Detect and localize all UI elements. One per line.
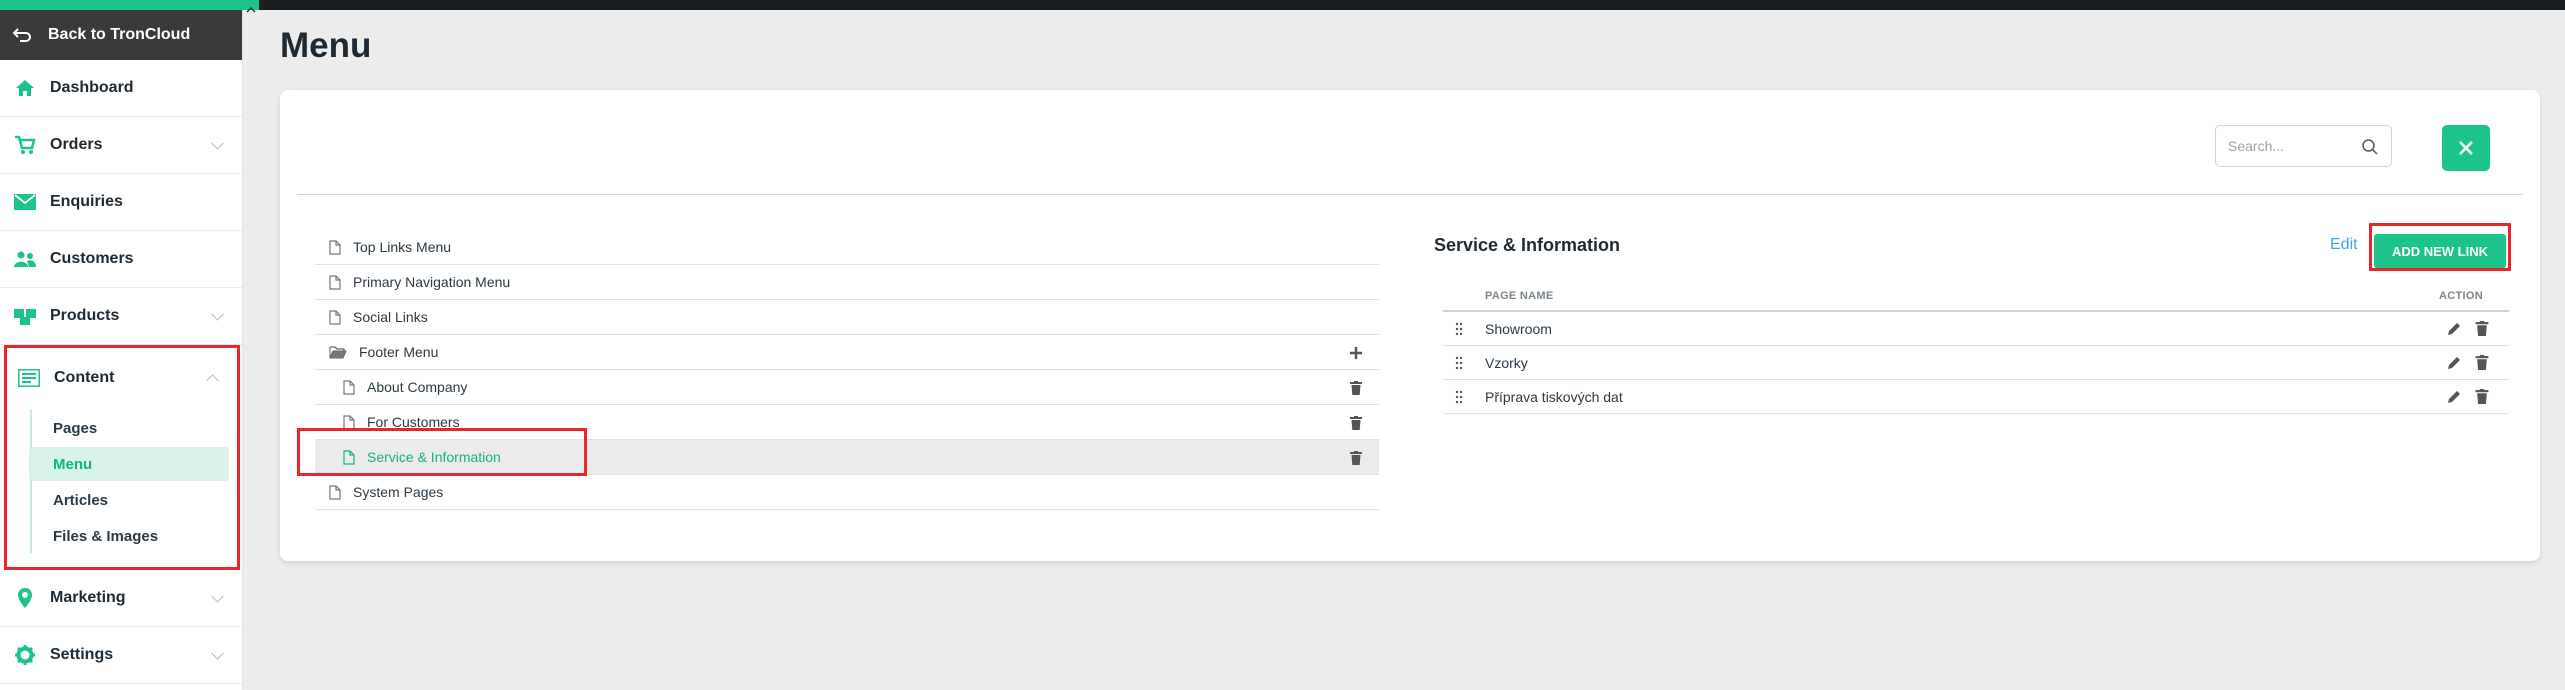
- folder-open-icon: [329, 345, 347, 360]
- subnav-item-menu[interactable]: Menu: [29, 447, 229, 481]
- drag-handle-icon[interactable]: [1455, 322, 1463, 336]
- sidebar-item-marketing[interactable]: Marketing: [0, 570, 242, 627]
- sidebar-item-label: Enquiries: [50, 193, 123, 210]
- tree-item-top-links-menu[interactable]: Top Links Menu: [315, 230, 1379, 265]
- sidebar-item-customers[interactable]: Customers: [0, 231, 242, 288]
- table-row: Příprava tiskových dat: [1443, 380, 2509, 414]
- file-icon: [329, 274, 341, 290]
- sidebar-item-label: Dashboard: [50, 79, 134, 96]
- close-button[interactable]: [2442, 125, 2490, 171]
- file-icon: [343, 379, 355, 395]
- sidebar-item-label: Orders: [50, 136, 103, 153]
- top-strip-accent: [0, 0, 259, 10]
- subnav-item-pages[interactable]: Pages: [29, 411, 229, 445]
- table-row: Vzorky: [1443, 346, 2509, 380]
- links-table: PAGE NAME ACTION Showroom Vzorky Příprav…: [1443, 282, 2509, 414]
- page-title: Menu: [280, 26, 372, 65]
- tree-item-about-company[interactable]: About Company: [315, 370, 1379, 405]
- content-section-highlight: Content Pages Menu Articles Files & Imag…: [4, 345, 240, 570]
- sidebar-item-label: Marketing: [50, 589, 126, 606]
- sidebar-item-enquiries[interactable]: Enquiries: [0, 174, 242, 231]
- trash-icon[interactable]: [2475, 321, 2489, 336]
- pin-icon: [14, 588, 36, 608]
- chevron-down-icon: [211, 307, 224, 321]
- tree-item-system-pages[interactable]: System Pages: [315, 475, 1379, 510]
- tree-item-label: About Company: [367, 379, 468, 395]
- content-icon: [18, 368, 40, 388]
- file-icon: [329, 484, 341, 500]
- tree-item-label: Social Links: [353, 309, 428, 325]
- home-icon: [14, 78, 36, 98]
- tree-item-label: Primary Navigation Menu: [353, 274, 511, 290]
- page-name-cell: Příprava tiskových dat: [1485, 388, 1623, 405]
- sidebar-item-label: Settings: [50, 646, 114, 663]
- panel-title: Service & Information: [1434, 235, 1621, 255]
- tree-item-primary-navigation-menu[interactable]: Primary Navigation Menu: [315, 265, 1379, 300]
- drag-handle-icon[interactable]: [1455, 356, 1463, 370]
- chevron-up-icon: [206, 373, 219, 387]
- edit-link[interactable]: Edit: [2330, 236, 2358, 254]
- sidebar-item-dashboard[interactable]: Dashboard: [0, 60, 242, 117]
- chevron-down-icon: [211, 589, 224, 603]
- trash-icon[interactable]: [2475, 355, 2489, 370]
- back-to-troncloud-link[interactable]: Back to TronCloud: [0, 10, 242, 60]
- top-strip: [0, 0, 2565, 10]
- chevron-down-icon: [211, 136, 224, 150]
- table-row: Showroom: [1443, 312, 2509, 346]
- pencil-icon[interactable]: [2447, 322, 2461, 336]
- page-name-cell: Vzorky: [1485, 354, 1528, 371]
- content-subnav: Pages Menu Articles Files & Images: [7, 407, 237, 567]
- sidebar-item-label: Customers: [50, 250, 134, 267]
- trash-icon[interactable]: [1348, 380, 1364, 396]
- sidebar-item-label: Content: [54, 368, 115, 386]
- cart-icon: [14, 135, 36, 155]
- sidebar: Back to TronCloud Dashboard Orders Enqui…: [0, 10, 243, 690]
- trash-icon[interactable]: [2475, 389, 2489, 404]
- tree-item-label: Footer Menu: [359, 344, 439, 360]
- boxes-icon: [14, 306, 36, 326]
- file-icon: [329, 309, 341, 325]
- users-icon: [14, 249, 36, 269]
- sidebar-item-products[interactable]: Products: [0, 288, 242, 345]
- card-divider: [297, 194, 2523, 195]
- trash-icon[interactable]: [1348, 450, 1364, 466]
- sidebar-item-orders[interactable]: Orders: [0, 117, 242, 174]
- add-button-highlight: [2369, 223, 2511, 271]
- close-icon: [2459, 141, 2473, 155]
- tree-item-social-links[interactable]: Social Links: [315, 300, 1379, 335]
- plus-icon[interactable]: [1348, 345, 1364, 361]
- tree-item-label: System Pages: [353, 484, 444, 500]
- sidebar-item-label: Products: [50, 307, 120, 324]
- search-input[interactable]: Search...: [2215, 125, 2392, 167]
- envelope-icon: [14, 192, 36, 212]
- back-arrow-icon: [12, 27, 34, 43]
- search-icon[interactable]: [2361, 138, 2379, 156]
- tree-item-footer-menu[interactable]: Footer Menu: [315, 335, 1379, 370]
- subnav-item-articles[interactable]: Articles: [29, 483, 229, 517]
- search-placeholder: Search...: [2228, 138, 2285, 154]
- tree-item-label: Top Links Menu: [353, 239, 452, 255]
- pencil-icon[interactable]: [2447, 356, 2461, 370]
- drag-handle-icon[interactable]: [1455, 390, 1463, 404]
- table-header: PAGE NAME ACTION: [1443, 282, 2509, 312]
- sidebar-collapse-toggle[interactable]: [244, 0, 258, 20]
- selected-item-highlight: [297, 428, 587, 476]
- sidebar-item-settings[interactable]: Settings: [0, 627, 242, 684]
- file-icon: [329, 239, 341, 255]
- trash-icon[interactable]: [1348, 415, 1364, 431]
- chevron-up-icon: [246, 6, 256, 13]
- subnav-item-files-images[interactable]: Files & Images: [29, 519, 229, 553]
- column-page-name: PAGE NAME: [1485, 290, 1554, 302]
- back-label: Back to TronCloud: [48, 26, 191, 43]
- column-action: ACTION: [2439, 290, 2483, 302]
- page-name-cell: Showroom: [1485, 320, 1552, 337]
- pencil-icon[interactable]: [2447, 390, 2461, 404]
- sidebar-item-content[interactable]: Content: [7, 348, 237, 407]
- chevron-down-icon: [211, 646, 224, 660]
- gear-icon: [14, 645, 36, 665]
